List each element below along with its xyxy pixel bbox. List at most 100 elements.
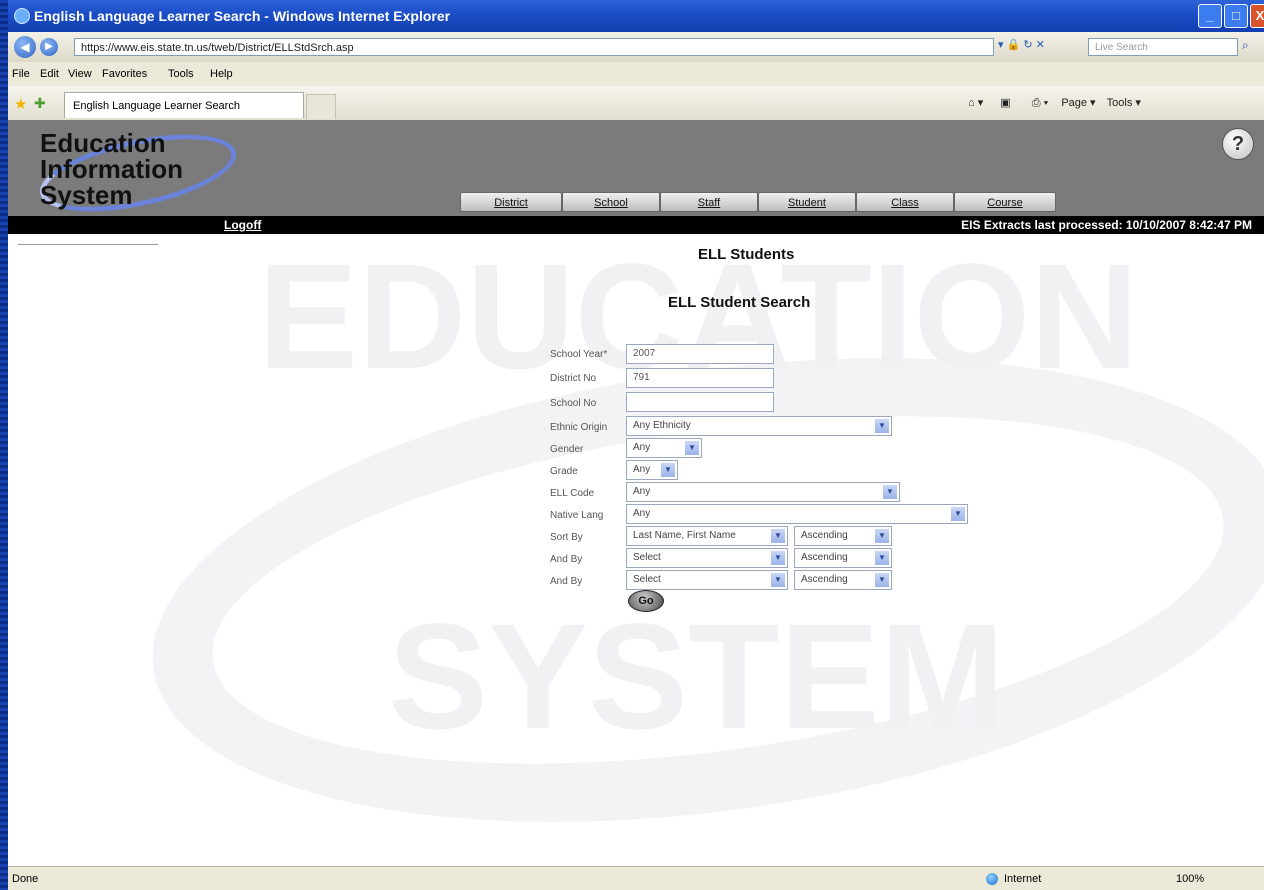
status-strip: Logoff EIS Extracts last processed: 10/1…	[8, 216, 1264, 234]
extract-timestamp: EIS Extracts last processed: 10/10/2007 …	[961, 218, 1252, 232]
chevron-down-icon[interactable]: ▼	[883, 485, 897, 499]
and-by-order-select-2[interactable]: Ascending ▼	[794, 570, 892, 590]
maximize-button[interactable]: □	[1224, 4, 1248, 28]
search-icon[interactable]: ⌕	[1242, 38, 1249, 53]
nav-school[interactable]: School	[562, 192, 660, 212]
url-field[interactable]: https://www.eis.state.tn.us/tweb/Distric…	[74, 38, 994, 56]
favorites-star-icon[interactable]: ★	[14, 95, 27, 113]
browser-window: English Language Learner Search - Window…	[8, 0, 1264, 890]
gender-value: Any	[633, 442, 651, 453]
sort-by-value: Last Name, First Name	[633, 530, 736, 541]
sort-by-order-value: Ascending	[801, 530, 848, 541]
nav-class[interactable]: Class	[856, 192, 954, 212]
chevron-down-icon[interactable]: ▼	[771, 573, 785, 587]
ie-logo-icon	[14, 8, 30, 24]
status-bar: Done Internet 100%	[8, 866, 1264, 890]
menu-tools[interactable]: Tools	[168, 68, 194, 80]
add-favorite-icon[interactable]: ✚	[34, 95, 46, 112]
address-icons[interactable]: ▾ 🔒 ↻ ✕	[998, 38, 1045, 51]
chevron-down-icon[interactable]: ▼	[685, 441, 699, 455]
status-text: Done	[12, 873, 39, 885]
native-lang-select[interactable]: Any ▼	[626, 504, 968, 524]
nav-staff[interactable]: Staff	[660, 192, 758, 212]
new-tab-button[interactable]	[306, 94, 336, 119]
internet-globe-icon	[986, 873, 998, 885]
nav-student[interactable]: Student	[758, 192, 856, 212]
zoom-level[interactable]: 100%	[1176, 873, 1204, 885]
school-input[interactable]	[626, 392, 774, 412]
logo-line: Education	[40, 128, 166, 158]
minimize-button[interactable]: _	[1198, 4, 1222, 28]
native-lang-value: Any	[633, 508, 651, 519]
school-year-label: School Year*	[550, 349, 608, 360]
menu-file[interactable]: File	[12, 68, 30, 80]
school-year-input[interactable]: 2007	[626, 344, 774, 364]
menu-edit[interactable]: Edit	[40, 68, 59, 80]
close-button[interactable]: X	[1250, 4, 1264, 28]
and-by-order-select[interactable]: Ascending ▼	[794, 548, 892, 568]
chevron-down-icon[interactable]: ▼	[661, 463, 675, 477]
tools-menu[interactable]: Tools ▾	[1107, 97, 1141, 109]
nav-district[interactable]: District	[460, 192, 562, 212]
forward-icon[interactable]: ▶	[40, 38, 58, 56]
security-zone: Internet	[1004, 873, 1042, 885]
title-bar: English Language Learner Search - Window…	[8, 0, 1264, 32]
chevron-down-icon[interactable]: ▼	[875, 419, 889, 433]
go-button[interactable]: Go	[628, 590, 664, 612]
menu-help[interactable]: Help	[210, 68, 233, 80]
window-title: English Language Learner Search - Window…	[34, 8, 451, 24]
page-menu[interactable]: Page ▾	[1061, 97, 1095, 109]
gender-select[interactable]: Any ▼	[626, 438, 702, 458]
ell-code-select[interactable]: Any ▼	[626, 482, 900, 502]
ethnic-label: Ethnic Origin	[550, 422, 608, 433]
search-input[interactable]: Live Search	[1088, 38, 1238, 56]
chevron-down-icon[interactable]: ▼	[875, 573, 889, 587]
address-bar: ◀ ▶ https://www.eis.state.tn.us/tweb/Dis…	[8, 32, 1264, 62]
home-icon[interactable]: ⌂ ▾	[968, 97, 983, 109]
tab-ell-search[interactable]: English Language Learner Search	[64, 92, 304, 118]
gender-label: Gender	[550, 444, 584, 455]
sort-by-order-select[interactable]: Ascending ▼	[794, 526, 892, 546]
and-by-label: And By	[550, 554, 583, 565]
logo-line: Information	[40, 154, 183, 184]
logoff-link[interactable]: Logoff	[224, 218, 261, 232]
ell-code-label: ELL Code	[550, 488, 595, 499]
and-by-label-2: And By	[550, 576, 583, 587]
chevron-down-icon[interactable]: ▼	[771, 551, 785, 565]
and-by-value-2: Select	[633, 574, 661, 585]
menu-bar: File Edit View Favorites Tools Help	[8, 62, 1264, 86]
feeds-icon[interactable]: ▣	[1000, 97, 1010, 109]
watermark-text: SYSTEM	[388, 592, 1005, 760]
grade-select[interactable]: Any ▼	[626, 460, 678, 480]
chevron-down-icon[interactable]: ▼	[951, 507, 965, 521]
eis-header: Education Information System ? District …	[8, 120, 1264, 227]
print-icon[interactable]: ⎙ ▾	[1032, 97, 1048, 109]
sort-by-select[interactable]: Last Name, First Name ▼	[626, 526, 788, 546]
page-content: EDUCATION SYSTEM Education Information S…	[8, 120, 1264, 866]
ethnic-value: Any Ethnicity	[633, 420, 691, 431]
and-by-select[interactable]: Select ▼	[626, 548, 788, 568]
nav-course[interactable]: Course	[954, 192, 1056, 212]
and-by-order-value-2: Ascending	[801, 574, 848, 585]
native-lang-label: Native Lang	[550, 510, 604, 521]
menu-view[interactable]: View	[68, 68, 92, 80]
district-label: District No	[550, 373, 597, 384]
and-by-value: Select	[633, 552, 661, 563]
desktop-edge	[0, 0, 8, 890]
help-icon[interactable]: ?	[1222, 128, 1254, 160]
and-by-select-2[interactable]: Select ▼	[626, 570, 788, 590]
grade-value: Any	[633, 464, 651, 475]
ell-code-value: Any	[633, 486, 651, 497]
chevron-down-icon[interactable]: ▼	[875, 529, 889, 543]
back-icon[interactable]: ◀	[14, 36, 36, 58]
favorites-bar: ★ ✚ English Language Learner Search ⌂ ▾ …	[8, 86, 1264, 121]
tab-label: English Language Learner Search	[73, 100, 240, 112]
eis-logo: Education Information System	[33, 120, 243, 227]
chevron-down-icon[interactable]: ▼	[771, 529, 785, 543]
grade-label: Grade	[550, 466, 578, 477]
district-input[interactable]: 791	[626, 368, 774, 388]
chevron-down-icon[interactable]: ▼	[875, 551, 889, 565]
page-subtitle: ELL Student Search	[668, 294, 811, 311]
menu-favorites[interactable]: Favorites	[102, 68, 147, 80]
ethnic-select[interactable]: Any Ethnicity ▼	[626, 416, 892, 436]
